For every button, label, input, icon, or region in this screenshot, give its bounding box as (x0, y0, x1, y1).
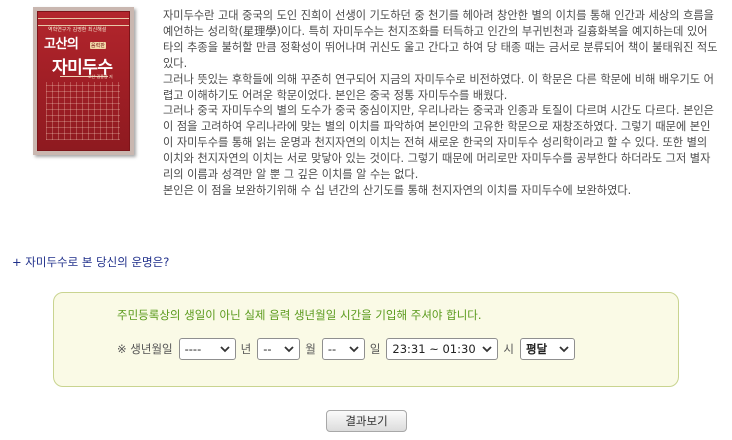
chevron-down-icon (482, 346, 493, 353)
fortune-section-link[interactable]: + 자미두수로 본 당신의 운명은? (12, 254, 169, 270)
day-unit: 일 (369, 342, 381, 356)
book-cover-pattern (46, 82, 120, 140)
book-cover-title-line1: 고산의 (44, 37, 79, 52)
time-select-value: 23:31 ~ 01:30 (392, 342, 476, 356)
intro-paragraph: 본인은 이 점을 보완하기위해 수 십 년간의 산기도를 통해 천지자연의 이치… (163, 183, 632, 197)
day-select-value: -- (327, 342, 337, 356)
year-select[interactable]: ---- (178, 338, 236, 360)
book-cover-author: 고산 김종웅 저 (88, 74, 113, 79)
birth-date-label: ※ 생년월일 (117, 342, 173, 356)
chevron-down-icon (219, 346, 230, 353)
form-notice: 주민등록상의 생일이 아닌 실제 음력 생년월일 시간을 기입해 주셔야 합니다… (117, 308, 482, 322)
chevron-down-icon (349, 346, 359, 353)
chevron-down-icon (284, 346, 294, 353)
birth-date-row: ※ 생년월일 ---- 년 -- 월 -- 일 23:31 ~ 01:30 시 … (117, 337, 580, 361)
month-select[interactable]: -- (257, 338, 301, 360)
leap-month-select-value: 평달 (526, 342, 548, 356)
day-select[interactable]: -- (321, 338, 365, 360)
intro-paragraph: 자미두수란 고대 중국의 도인 진희이 선생이 기도하던 중 천기를 헤아려 창… (163, 9, 718, 70)
leap-month-select[interactable]: 평달 (520, 338, 575, 360)
birth-input-form: 주민등록상의 생일이 아닌 실제 음력 생년월일 시간을 기입해 주셔야 합니다… (53, 292, 679, 387)
month-unit: 월 (305, 342, 316, 356)
intro-text: 자미두수란 고대 중국의 도인 진희이 선생이 기도하던 중 천기를 헤아려 창… (163, 8, 719, 199)
intro-paragraph: 그러나 중국 자미두수의 별의 도수가 중국 중심이지만, 우리나라는 중국과 … (163, 104, 714, 182)
year-select-value: ---- (184, 342, 202, 356)
book-cover-tag: 음력판 (90, 42, 106, 49)
view-result-button[interactable]: 결과보기 (326, 410, 407, 432)
intro-paragraph: 그러나 뜻있는 후학들에 의해 꾸준히 연구되어 지금의 자미두수로 비전하였다… (163, 72, 714, 102)
book-cover-band (38, 18, 129, 26)
year-unit: 년 (240, 342, 252, 356)
month-select-value: -- (263, 342, 272, 356)
time-select[interactable]: 23:31 ~ 01:30 (386, 338, 499, 360)
book-cover-image: 역학연구가 김명환 최신해설 고산의 음력판 자미두수 고산 김종웅 저 (33, 7, 134, 155)
book-cover-subtitle: 역학연구가 김명환 최신해설 (48, 27, 107, 33)
time-unit: 시 (503, 342, 514, 356)
chevron-down-icon (559, 346, 569, 353)
